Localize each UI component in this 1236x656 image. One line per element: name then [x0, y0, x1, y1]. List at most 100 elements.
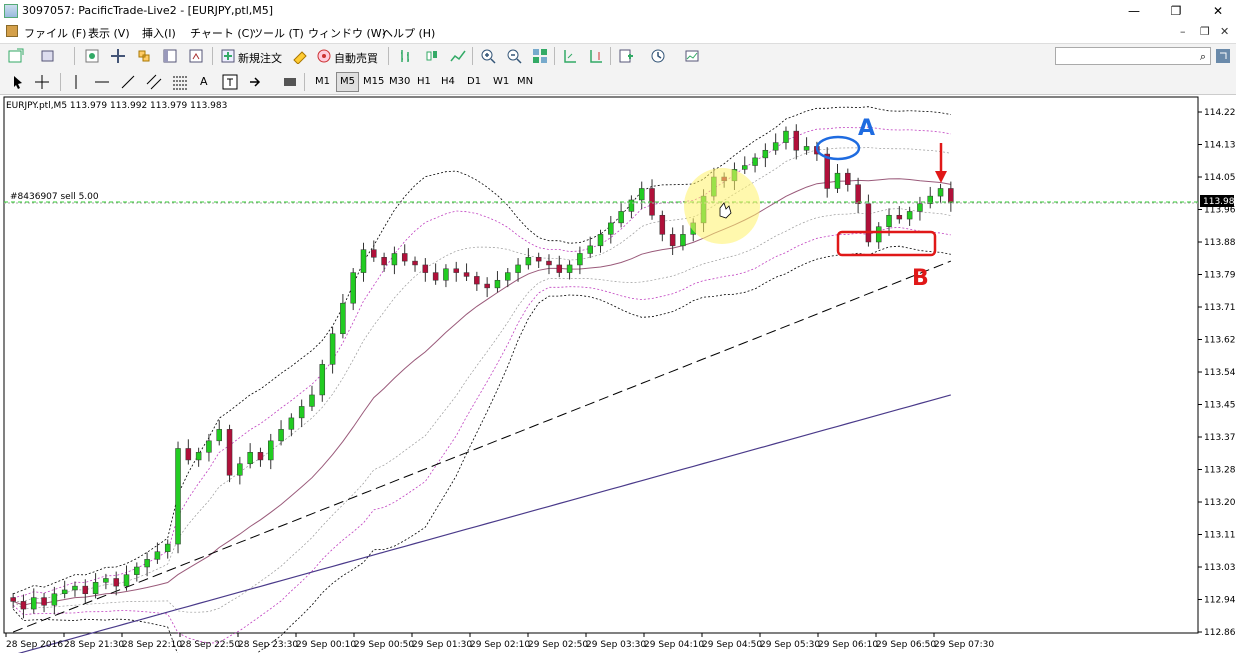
text-label-icon[interactable]	[222, 74, 238, 90]
cursor-icon[interactable]	[10, 74, 26, 90]
maximize-button[interactable]: ❐	[1154, 0, 1198, 22]
indicators-icon[interactable]	[618, 48, 634, 64]
minimize-button[interactable]: —	[1112, 0, 1156, 22]
annotation-b-label: B	[912, 266, 929, 291]
navigator-icon[interactable]	[136, 48, 152, 64]
candle	[525, 257, 532, 266]
toolbar-separator	[610, 47, 611, 65]
mdi-restore-button[interactable]: ❐	[1200, 25, 1210, 38]
timeframe-mn[interactable]: MN	[514, 73, 536, 91]
equidistant-channel-icon[interactable]	[146, 74, 162, 90]
periods-icon[interactable]	[650, 48, 666, 64]
x-tick-label: 29 Sep 04:50	[702, 640, 762, 650]
candle	[556, 264, 563, 273]
x-tick-label: 28 Sep 21:30	[64, 640, 124, 650]
candle	[226, 429, 233, 476]
new-chart-icon[interactable]	[8, 48, 24, 64]
arrows-icon[interactable]	[248, 74, 264, 90]
chart-window[interactable]: EURJPY.ptl,M5 113.979 113.992 113.979 11…	[0, 95, 1236, 656]
community-icon[interactable]	[1216, 49, 1230, 63]
auto-trading-icon[interactable]	[316, 48, 332, 64]
market-watch-icon[interactable]	[84, 48, 100, 64]
zoom-in-icon[interactable]	[480, 48, 496, 64]
x-tick-label: 29 Sep 02:50	[528, 640, 588, 650]
chart-shift-icon[interactable]	[588, 48, 604, 64]
candle	[845, 172, 851, 185]
candle	[319, 364, 326, 396]
vertical-line-icon[interactable]	[68, 74, 84, 90]
candle	[41, 597, 47, 606]
candle	[113, 578, 119, 587]
menu-insert[interactable]: 挿入(I)	[142, 25, 176, 41]
timeframe-w1[interactable]: W1	[490, 73, 512, 91]
candle	[164, 543, 171, 552]
candle	[783, 130, 789, 143]
menu-chart[interactable]: チャート (C)	[190, 25, 254, 41]
x-tick-label: 29 Sep 01:30	[412, 640, 472, 650]
meta-editor-icon[interactable]	[292, 48, 308, 64]
menu-tools[interactable]: ツール (T)	[252, 25, 304, 41]
mdi-close-button[interactable]: ✕	[1220, 25, 1229, 38]
menu-file[interactable]: ファイル (F)	[24, 25, 86, 41]
new-order-icon[interactable]	[220, 48, 236, 64]
candle	[535, 257, 542, 262]
search-input[interactable]: ⌕	[1055, 47, 1211, 65]
line-studies-toolbar: A M1 M5 M15 M30 H1 H4 D1 W1 MN	[0, 70, 1236, 95]
plot-area	[3, 96, 1199, 634]
candle	[803, 146, 810, 151]
shapes-icon[interactable]	[282, 74, 298, 90]
timeframe-m1[interactable]: M1	[312, 73, 333, 91]
x-tick-label: 28 Sep 2016	[6, 640, 63, 650]
candle	[144, 559, 150, 568]
candle	[834, 172, 841, 189]
candle	[206, 440, 212, 453]
y-tick-label: 114.135	[1204, 141, 1236, 151]
profiles-icon[interactable]	[40, 48, 56, 64]
toolbar-separator	[212, 47, 213, 65]
menu-window[interactable]: ウィンドウ (W)	[308, 25, 386, 41]
chart-window-icon[interactable]	[6, 25, 18, 37]
close-button[interactable]: ✕	[1196, 0, 1236, 22]
timeframe-d1[interactable]: D1	[464, 73, 484, 91]
bar-chart-icon[interactable]	[398, 48, 414, 64]
line-chart-icon[interactable]	[450, 48, 466, 64]
data-window-icon[interactable]	[110, 48, 126, 64]
candle	[329, 333, 336, 365]
tile-windows-icon[interactable]	[532, 48, 548, 64]
candle	[546, 260, 552, 266]
auto-scroll-icon[interactable]	[562, 48, 578, 64]
candle	[61, 589, 68, 595]
candle	[772, 142, 779, 151]
timeframe-m5[interactable]: M5	[336, 72, 359, 92]
fibonacci-icon[interactable]	[172, 74, 188, 90]
text-tool-icon[interactable]: A	[200, 75, 208, 88]
candle	[762, 149, 769, 159]
timeframe-m15[interactable]: M15	[360, 73, 387, 91]
price-chart[interactable]: EURJPY.ptl,M5 113.979 113.992 113.979 11…	[0, 95, 1236, 656]
search-icon[interactable]: ⌕	[1200, 50, 1206, 64]
menu-help[interactable]: ヘルプ (H)	[382, 25, 435, 41]
zoom-out-icon[interactable]	[506, 48, 522, 64]
trendline-icon[interactable]	[120, 74, 136, 90]
candlestick-icon[interactable]	[424, 48, 440, 64]
toolbar-separator	[304, 73, 305, 91]
new-order-button[interactable]: 新規注文	[238, 50, 282, 66]
auto-trading-button[interactable]: 自動売買	[334, 50, 378, 66]
menu-bar: ファイル (F) 表示 (V) 挿入(I) チャート (C) ツール (T) ウ…	[0, 22, 1236, 42]
templates-icon[interactable]	[684, 48, 700, 64]
terminal-icon[interactable]	[162, 48, 178, 64]
crosshair-icon[interactable]	[34, 74, 50, 90]
order-label: #8436907 sell 5.00	[10, 192, 99, 202]
timeframe-h4[interactable]: H4	[438, 73, 458, 91]
menu-view[interactable]: 表示 (V)	[88, 25, 130, 41]
tester-icon[interactable]	[188, 48, 204, 64]
timeframe-h1[interactable]: H1	[414, 73, 434, 91]
timeframe-m30[interactable]: M30	[386, 73, 413, 91]
mdi-minimize-button[interactable]: –	[1180, 25, 1186, 38]
y-tick-label: 113.795	[1204, 271, 1236, 281]
candle	[505, 272, 511, 281]
candle	[896, 214, 903, 220]
candle	[257, 452, 264, 461]
candle	[917, 203, 923, 212]
horizontal-line-icon[interactable]	[94, 74, 110, 90]
